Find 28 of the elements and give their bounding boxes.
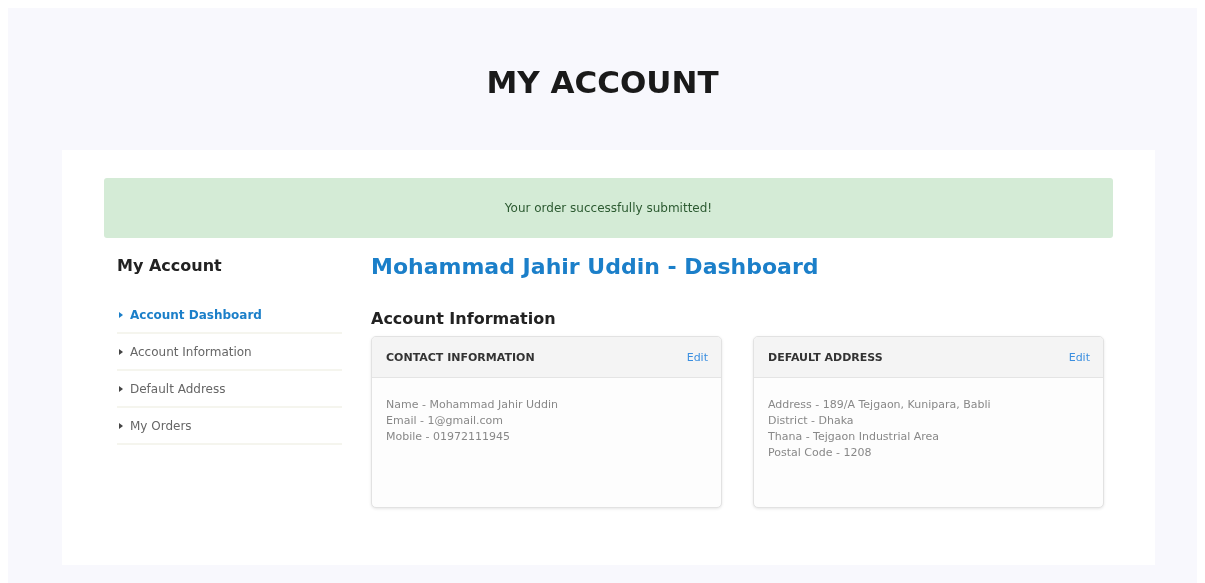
caret-icon	[119, 385, 123, 392]
success-alert: Your order successfully submitted!	[104, 178, 1113, 238]
sidebar-item-label: My Orders	[130, 418, 192, 433]
info-line: District - Dhaka	[768, 414, 855, 427]
sidebar-item[interactable]: Default Address	[117, 371, 342, 408]
info-line: Email - 1@gmail.com	[386, 414, 505, 427]
card-title: DEFAULT ADDRESS	[768, 350, 883, 364]
caret-icon	[119, 422, 123, 429]
info-line: Thana - Tejgaon Industrial Area	[768, 430, 941, 443]
sidebar-item[interactable]: Account Dashboard	[117, 297, 342, 334]
info-line: Address - 189/A Tejgaon, Kunipara, Babli	[768, 398, 992, 411]
edit-link[interactable]: Edit	[686, 350, 708, 364]
dashboard-title: Mohammad Jahir Uddin - Dashboard	[371, 254, 820, 279]
sidebar-item-label: Account Dashboard	[130, 307, 262, 322]
info-line: Postal Code - 1208	[768, 446, 873, 459]
sidebar-item-label: Account Information	[130, 344, 252, 359]
sidebar-title: My Account	[117, 256, 223, 275]
card-title: CONTACT INFORMATION	[386, 350, 535, 364]
sidebar-item[interactable]: My Orders	[117, 408, 342, 445]
caret-icon	[119, 311, 123, 318]
sidebar-item-label: Default Address	[130, 381, 226, 396]
info-line: Name - Mohammad Jahir Uddin	[386, 398, 560, 411]
edit-link[interactable]: Edit	[1068, 350, 1090, 364]
caret-icon	[119, 348, 123, 355]
section-title: Account Information	[371, 309, 557, 328]
info-line: Mobile - 01972111945	[386, 430, 512, 443]
page-title: MY ACCOUNT	[486, 64, 719, 102]
sidebar-item[interactable]: Account Information	[117, 334, 342, 371]
